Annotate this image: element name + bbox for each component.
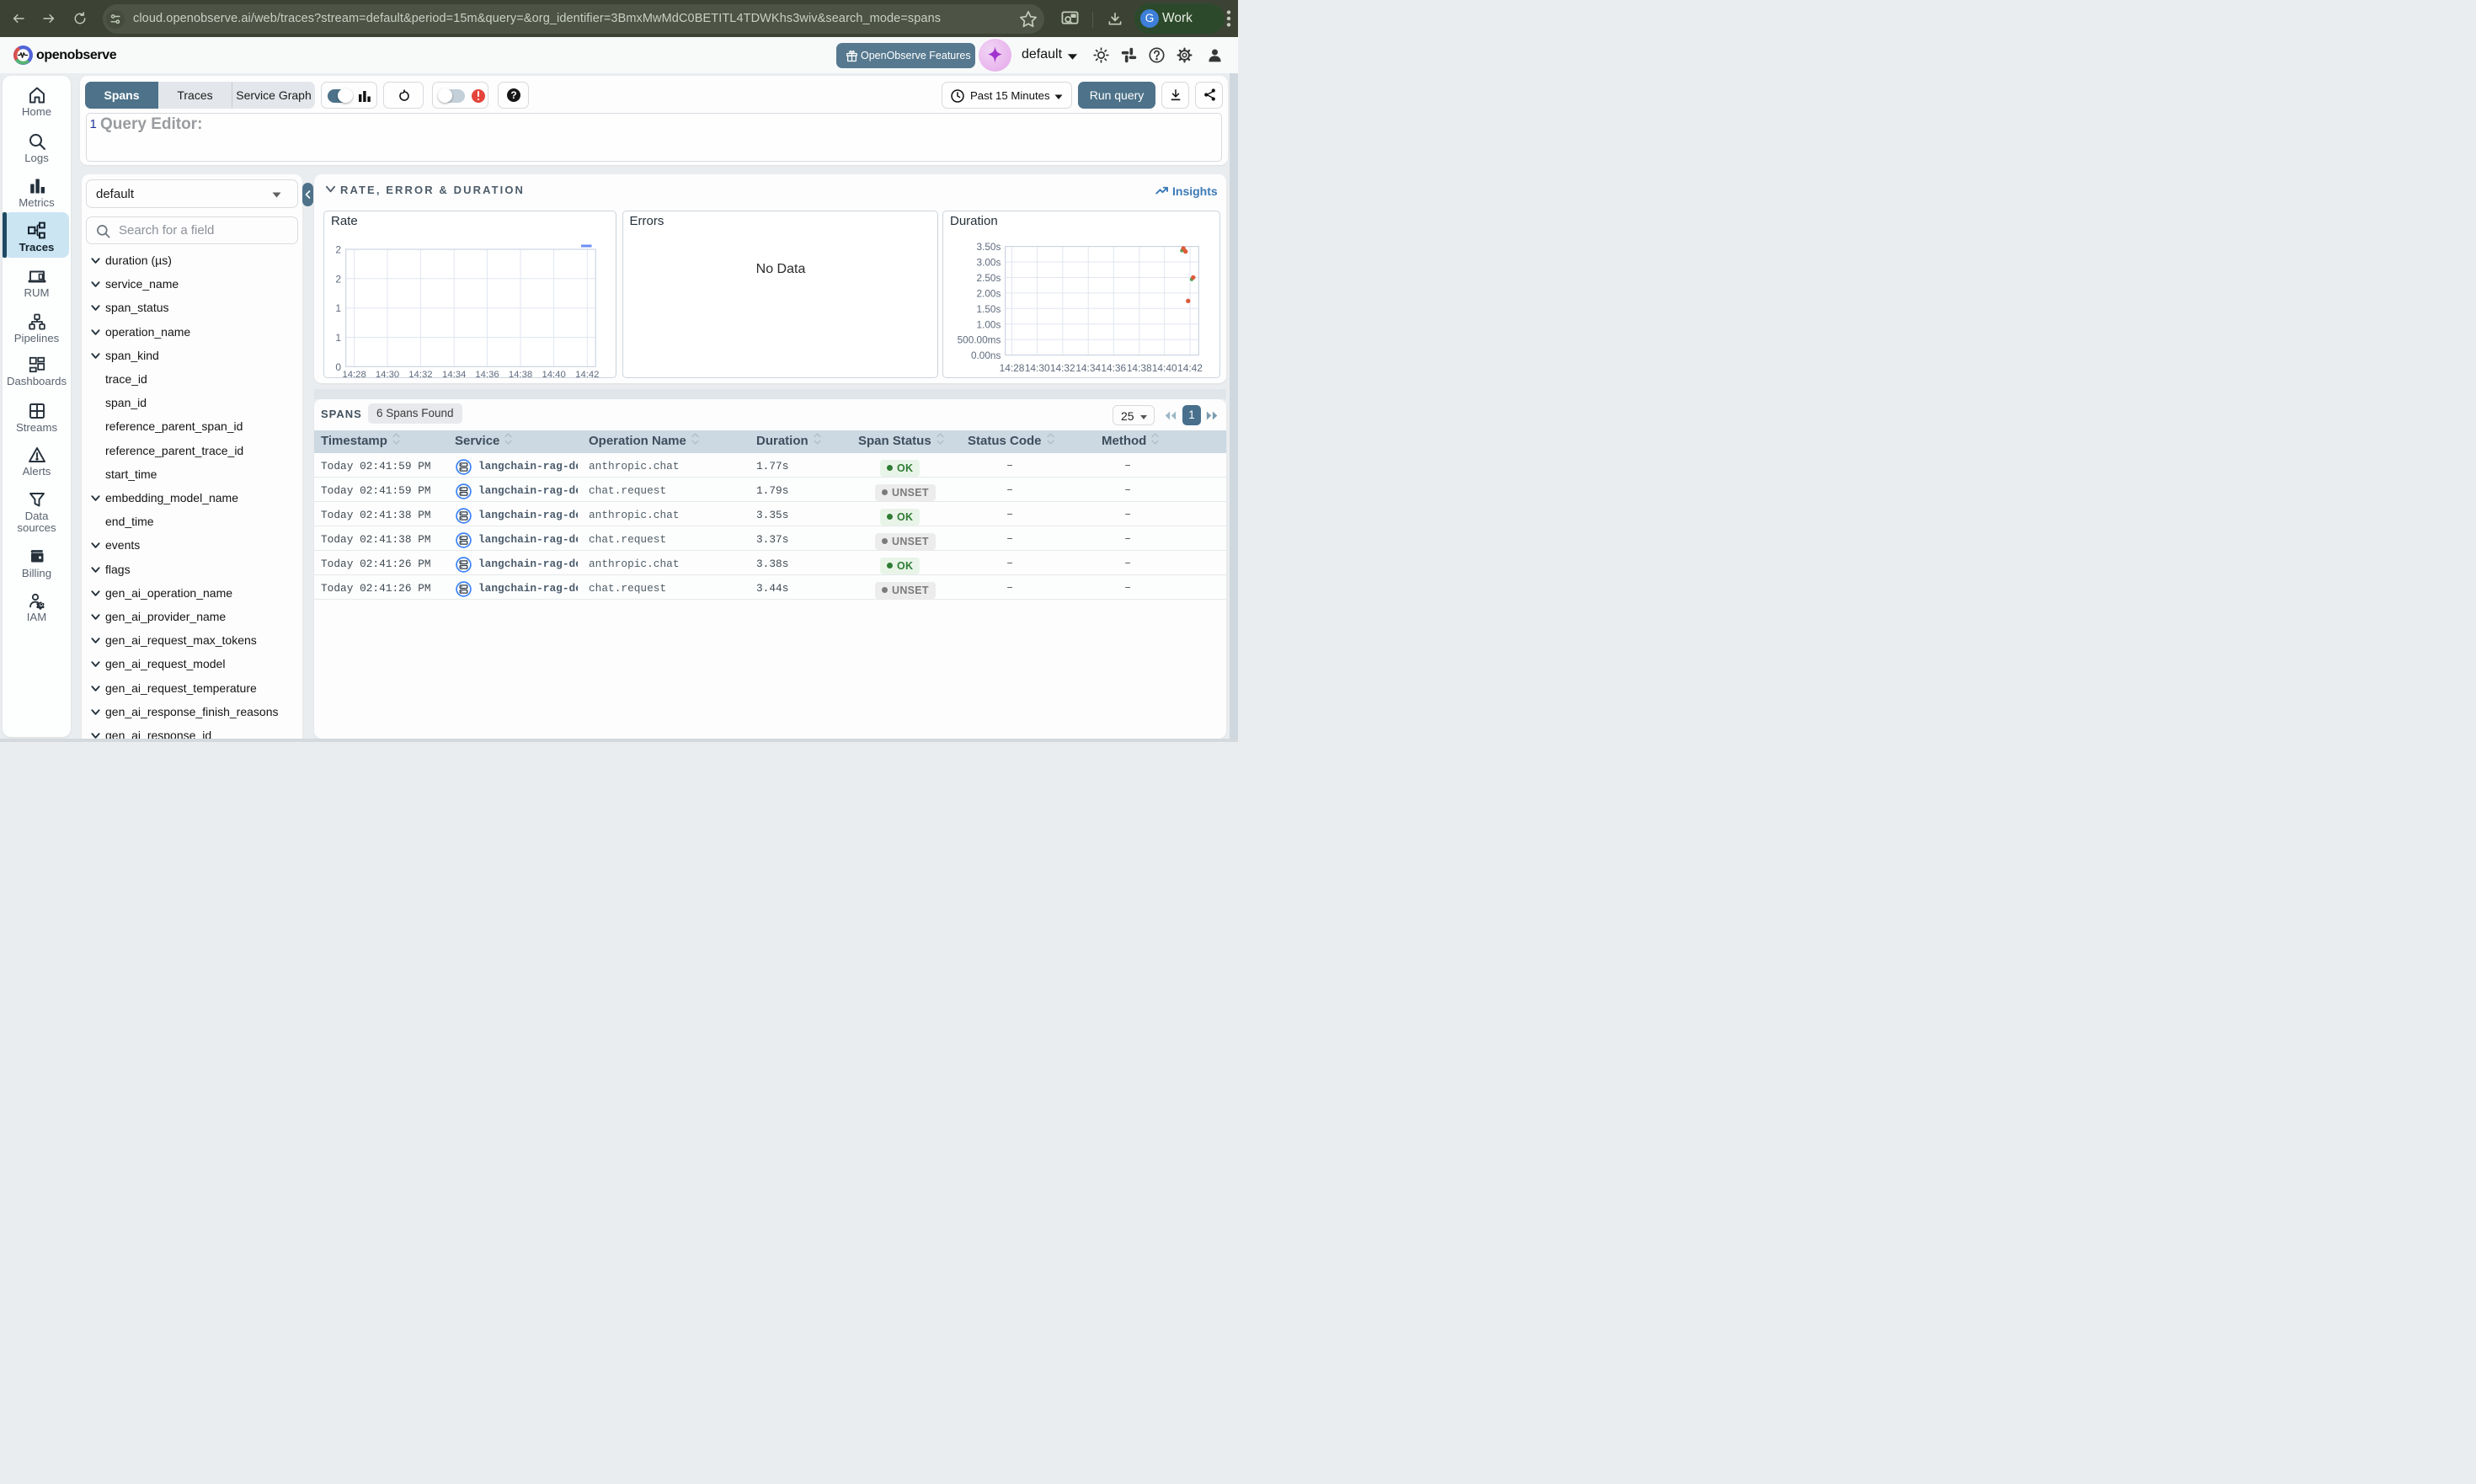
svg-text:14:36: 14:36 [475,370,499,378]
svg-text:14:42: 14:42 [1177,362,1203,374]
svg-text:1.50s: 1.50s [977,303,1001,315]
svg-text:1: 1 [335,302,341,314]
svg-text:14:36: 14:36 [1101,362,1126,374]
svg-text:14:30: 14:30 [1025,362,1050,374]
svg-text:2.00s: 2.00s [977,287,1001,299]
svg-text:0: 0 [335,361,341,373]
svg-text:14:30: 14:30 [376,370,399,378]
svg-text:0.00ns: 0.00ns [971,350,1001,361]
svg-text:14:32: 14:32 [408,370,432,378]
svg-text:14:40: 14:40 [1152,362,1177,374]
svg-text:1.00s: 1.00s [977,318,1001,330]
svg-text:14:34: 14:34 [442,370,466,378]
svg-text:500.00ms: 500.00ms [958,334,1001,346]
svg-text:14:34: 14:34 [1075,362,1101,374]
svg-text:2: 2 [335,273,341,285]
svg-text:14:28: 14:28 [342,370,366,378]
svg-text:14:28: 14:28 [1000,362,1025,374]
svg-text:14:38: 14:38 [1127,362,1152,374]
svg-text:14:32: 14:32 [1050,362,1075,374]
svg-text:3.50s: 3.50s [977,241,1001,253]
svg-text:2.50s: 2.50s [977,272,1001,284]
svg-text:2: 2 [335,244,341,256]
svg-text:3.00s: 3.00s [977,257,1001,269]
svg-text:14:40: 14:40 [542,370,565,378]
svg-text:14:38: 14:38 [509,370,532,378]
svg-text:1: 1 [335,332,341,344]
svg-text:14:42: 14:42 [575,370,599,378]
